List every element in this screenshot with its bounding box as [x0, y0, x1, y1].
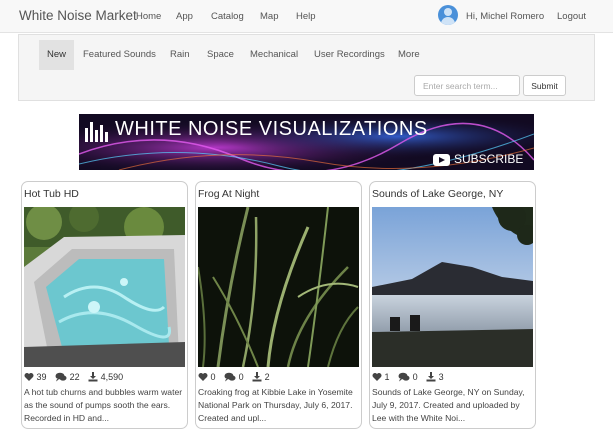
likes-count: 39 — [36, 372, 47, 382]
tab-new[interactable]: New — [39, 40, 75, 70]
downloads-count: 2 — [264, 372, 270, 382]
card-thumbnail[interactable] — [198, 207, 359, 367]
banner-subscribe: SUBSCRIBE — [454, 152, 524, 166]
comments-count: 0 — [238, 372, 244, 382]
heart-icon[interactable] — [24, 372, 34, 382]
brand-link[interactable]: White Noise Market — [19, 8, 137, 23]
card-description: Sounds of Lake George, NY on Sunday, Jul… — [372, 387, 525, 423]
card-title[interactable]: Sounds of Lake George, NY — [372, 188, 503, 200]
comments-count: 22 — [69, 372, 80, 382]
top-navbar: White Noise Market Home App Catalog Map … — [0, 0, 613, 33]
card-stats: 39 22 4,590 — [24, 372, 129, 384]
sound-card-lake-george[interactable]: Sounds of Lake George, NY 1 0 3 Sounds o… — [369, 181, 536, 429]
banner-title: WHITE NOISE VISUALIZATIONS — [115, 118, 428, 140]
card-title[interactable]: Hot Tub HD — [24, 188, 79, 200]
tab-user-recordings[interactable]: User Recordings — [306, 40, 393, 70]
tab-featured-sounds[interactable]: Featured Sounds — [75, 40, 164, 70]
downloads-count: 4,590 — [100, 372, 124, 382]
card-stats: 0 0 2 — [198, 372, 276, 384]
nav-link-home[interactable]: Home — [136, 11, 161, 22]
download-icon[interactable] — [88, 372, 98, 382]
submit-button[interactable]: Submit — [523, 75, 566, 96]
card-description: A hot tub churns and bubbles warm water … — [24, 387, 183, 423]
tab-more[interactable]: More — [390, 40, 428, 70]
comments-count: 0 — [412, 372, 418, 382]
user-greeting-link[interactable]: Hi, Michel Romero — [466, 11, 544, 22]
tab-space[interactable]: Space — [199, 40, 242, 70]
heart-icon[interactable] — [372, 372, 382, 382]
nav-link-map[interactable]: Map — [260, 11, 278, 22]
card-stats: 1 0 3 — [372, 372, 450, 384]
heart-icon[interactable] — [198, 372, 208, 382]
nav-link-help[interactable]: Help — [296, 11, 316, 22]
card-title[interactable]: Frog At Night — [198, 188, 259, 200]
card-thumbnail[interactable] — [372, 207, 533, 367]
tab-rain[interactable]: Rain — [162, 40, 198, 70]
equalizer-icon — [85, 122, 108, 142]
card-description: Croaking frog at Kibbie Lake in Yosemite… — [198, 387, 353, 423]
youtube-banner[interactable]: WHITE NOISE VISUALIZATIONS SUBSCRIBE — [79, 114, 534, 170]
likes-count: 0 — [210, 372, 216, 382]
sound-card-frog-at-night[interactable]: Frog At Night 0 0 2 Croaking frog at Kib… — [195, 181, 362, 429]
comments-icon[interactable] — [224, 372, 236, 382]
card-thumbnail[interactable] — [24, 207, 185, 367]
nav-link-catalog[interactable]: Catalog — [211, 11, 244, 22]
category-panel: New Featured Sounds Rain Space Mechanica… — [18, 34, 595, 101]
nav-link-app[interactable]: App — [176, 11, 193, 22]
comments-icon[interactable] — [55, 372, 67, 382]
sound-card-hot-tub[interactable]: Hot Tub HD 39 22 4,590 A hot tub churns … — [21, 181, 188, 429]
comments-icon[interactable] — [398, 372, 410, 382]
youtube-icon — [433, 154, 450, 166]
user-avatar-icon[interactable] — [438, 5, 458, 25]
downloads-count: 3 — [438, 372, 444, 382]
logout-link[interactable]: Logout — [557, 11, 586, 22]
download-icon[interactable] — [426, 372, 436, 382]
tab-mechanical[interactable]: Mechanical — [242, 40, 306, 70]
download-icon[interactable] — [252, 372, 262, 382]
search-input[interactable] — [414, 75, 520, 96]
likes-count: 1 — [384, 372, 390, 382]
